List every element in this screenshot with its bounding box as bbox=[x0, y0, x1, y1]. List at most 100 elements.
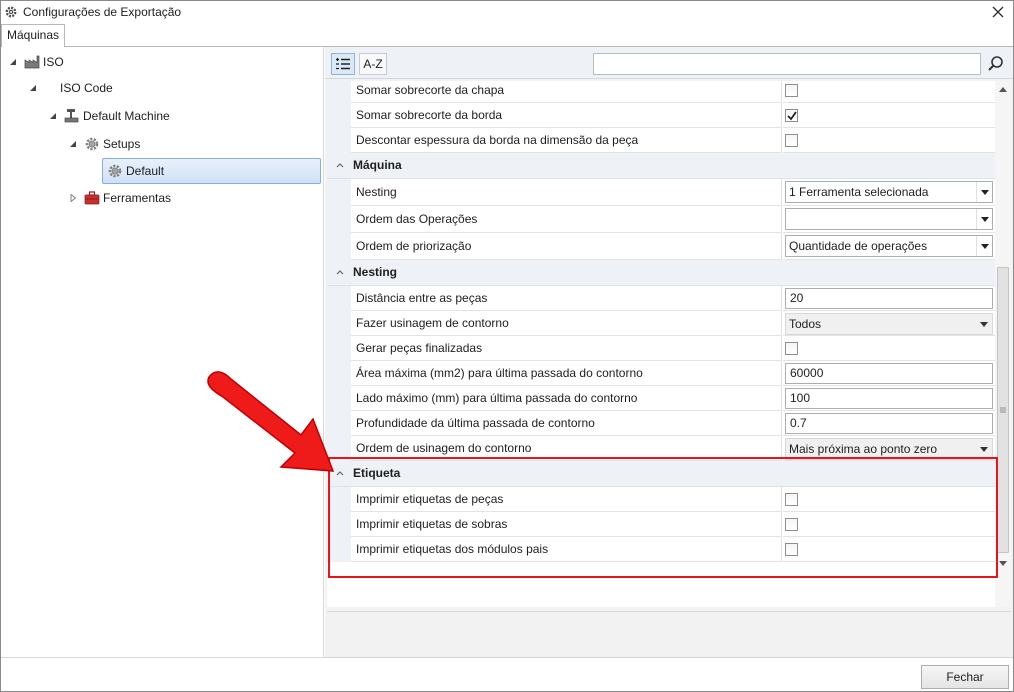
expanded-triangle-icon[interactable] bbox=[48, 111, 58, 121]
dialog-footer: Fechar bbox=[1, 657, 1013, 691]
ordem-priorizacao-combobox[interactable]: Quantidade de operações bbox=[785, 235, 993, 257]
property-grid: Somar sobrecorte da chapa Somar sobrecor… bbox=[327, 81, 995, 607]
property-row: Imprimir etiquetas dos módulos pais bbox=[327, 537, 995, 562]
scroll-down-icon[interactable] bbox=[995, 555, 1011, 571]
ordem-operacoes-combobox[interactable] bbox=[785, 208, 993, 230]
tree-node-setups[interactable]: Setups bbox=[68, 131, 140, 157]
tree-node-ferramentas[interactable]: Ferramentas bbox=[68, 185, 171, 211]
collapsed-triangle-icon[interactable] bbox=[68, 193, 78, 203]
window-title: Configurações de Exportação bbox=[23, 5, 182, 19]
property-value bbox=[783, 206, 995, 233]
property-value: 100 bbox=[783, 386, 995, 411]
checkmark-icon bbox=[786, 110, 797, 120]
property-label: Imprimir etiquetas dos módulos pais bbox=[351, 537, 782, 562]
expanded-triangle-icon[interactable] bbox=[8, 57, 18, 67]
property-row: Distância entre as peças 20 bbox=[327, 286, 995, 311]
property-row: Ordem das Operações bbox=[327, 206, 995, 233]
vertical-scrollbar[interactable] bbox=[995, 81, 1011, 607]
close-button[interactable]: Fechar bbox=[921, 665, 1009, 689]
expanded-triangle-icon[interactable] bbox=[28, 83, 38, 93]
categorized-list-icon bbox=[336, 58, 350, 70]
row-gutter bbox=[327, 286, 351, 311]
property-row: Somar sobrecorte da borda bbox=[327, 103, 995, 128]
checkbox-etiquetas-sobras[interactable] bbox=[785, 518, 798, 531]
dropdown-arrow-icon[interactable] bbox=[976, 209, 992, 229]
tree-node-label: Ferramentas bbox=[103, 191, 172, 205]
alphabetical-view-button[interactable]: A-Z bbox=[359, 53, 387, 75]
property-value: 0.7 bbox=[783, 411, 995, 436]
search-input[interactable] bbox=[593, 53, 981, 75]
property-row: Lado máximo (mm) para última passada do … bbox=[327, 386, 995, 411]
distancia-pecas-input[interactable]: 20 bbox=[785, 288, 993, 309]
property-value bbox=[783, 512, 995, 537]
checkbox-etiquetas-pecas[interactable] bbox=[785, 493, 798, 506]
row-gutter bbox=[327, 336, 351, 361]
property-value: Mais próxima ao ponto zero bbox=[783, 436, 995, 461]
usinagem-contorno-combobox[interactable]: Todos bbox=[785, 313, 993, 335]
categorized-view-button[interactable] bbox=[331, 53, 355, 75]
chevron-up-icon[interactable] bbox=[335, 266, 345, 276]
combo-value: 1 Ferramenta selecionada bbox=[789, 185, 929, 199]
nesting-combobox[interactable]: 1 Ferramenta selecionada bbox=[785, 181, 993, 203]
factory-icon bbox=[24, 54, 40, 70]
row-gutter bbox=[327, 512, 351, 537]
dropdown-arrow-icon[interactable] bbox=[976, 314, 992, 334]
gear-icon bbox=[84, 136, 100, 152]
row-gutter bbox=[327, 361, 351, 386]
property-row: Imprimir etiquetas de peças bbox=[327, 487, 995, 512]
checkbox-gerar-pecas-finalizadas[interactable] bbox=[785, 342, 798, 355]
tree-node-default[interactable]: Default bbox=[102, 158, 321, 184]
tab-strip: Máquinas bbox=[1, 23, 1013, 47]
tree-node-iso-code[interactable]: ISO Code bbox=[28, 75, 113, 101]
property-label: Imprimir etiquetas de peças bbox=[351, 487, 782, 512]
chevron-up-icon[interactable] bbox=[335, 467, 345, 477]
property-row: Profundidade da última passada de contor… bbox=[327, 411, 995, 436]
close-icon[interactable] bbox=[989, 3, 1007, 21]
export-settings-window: Configurações de Exportação Máquinas ISO… bbox=[0, 0, 1014, 692]
scrollbar-thumb[interactable] bbox=[997, 267, 1009, 553]
tree-node-default-machine[interactable]: Default Machine bbox=[48, 103, 170, 129]
property-row: Ordem de priorização Quantidade de opera… bbox=[327, 233, 995, 260]
property-label: Ordem das Operações bbox=[351, 206, 782, 233]
property-value: 60000 bbox=[783, 361, 995, 386]
property-toolbar: A-Z bbox=[325, 47, 1013, 79]
title-bar: Configurações de Exportação bbox=[1, 1, 1013, 23]
chevron-up-icon[interactable] bbox=[335, 159, 345, 169]
dropdown-arrow-icon[interactable] bbox=[976, 236, 992, 256]
area-maxima-input[interactable]: 60000 bbox=[785, 363, 993, 384]
property-panel: A-Z Somar sobrecorte da chapa Somar sobr… bbox=[325, 47, 1013, 657]
row-gutter bbox=[327, 487, 351, 512]
property-label: Somar sobrecorte da chapa bbox=[351, 81, 782, 103]
tab-maquinas[interactable]: Máquinas bbox=[1, 24, 66, 47]
property-label: Fazer usinagem de contorno bbox=[351, 311, 782, 336]
property-row: Ordem de usinagem do contorno Mais próxi… bbox=[327, 436, 995, 461]
property-value bbox=[783, 537, 995, 562]
category-maquina: Máquina bbox=[327, 153, 995, 179]
expanded-triangle-icon[interactable] bbox=[68, 139, 78, 149]
gear-icon bbox=[4, 5, 18, 19]
checkbox-somar-sobrecorte-borda[interactable] bbox=[785, 109, 798, 122]
dropdown-arrow-icon[interactable] bbox=[976, 182, 992, 202]
lado-maximo-input[interactable]: 100 bbox=[785, 388, 993, 409]
search-icon[interactable] bbox=[987, 55, 1005, 73]
checkbox-descontar-espessura[interactable] bbox=[785, 134, 798, 147]
checkbox-somar-sobrecorte-chapa[interactable] bbox=[785, 84, 798, 97]
property-value bbox=[783, 128, 995, 153]
property-label: Lado máximo (mm) para última passada do … bbox=[351, 386, 782, 411]
property-value bbox=[783, 103, 995, 128]
dropdown-arrow-icon[interactable] bbox=[976, 439, 992, 459]
property-row: Gerar peças finalizadas bbox=[327, 336, 995, 361]
row-gutter bbox=[327, 103, 351, 128]
property-value bbox=[783, 487, 995, 512]
toolbox-icon bbox=[84, 190, 100, 206]
profundidade-input[interactable]: 0.7 bbox=[785, 413, 993, 434]
property-value: Quantidade de operações bbox=[783, 233, 995, 260]
scroll-up-icon[interactable] bbox=[995, 81, 1011, 97]
property-label: Imprimir etiquetas de sobras bbox=[351, 512, 782, 537]
tree-node-label: ISO Code bbox=[60, 81, 113, 95]
combo-value: Quantidade de operações bbox=[789, 239, 928, 253]
tree-node-iso[interactable]: ISO bbox=[8, 49, 64, 75]
ordem-usinagem-combobox[interactable]: Mais próxima ao ponto zero bbox=[785, 438, 993, 460]
property-row: Nesting 1 Ferramenta selecionada bbox=[327, 179, 995, 206]
checkbox-etiquetas-modulos-pais[interactable] bbox=[785, 543, 798, 556]
